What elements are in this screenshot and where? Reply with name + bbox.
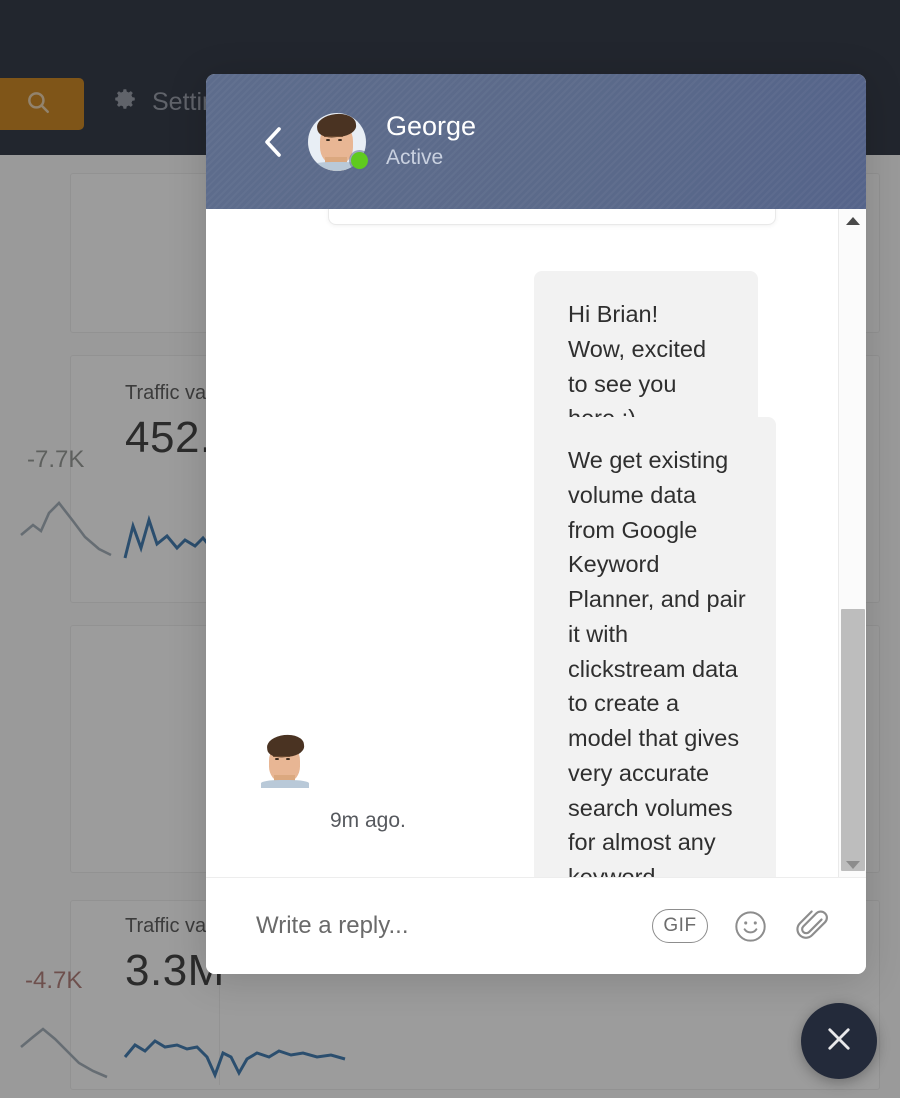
message-line: Hi Brian! xyxy=(568,301,659,327)
message-paragraph: We get existing volume data from Google … xyxy=(568,447,746,877)
scrollbar-thumb[interactable] xyxy=(841,609,865,871)
conversation-header: George Active xyxy=(206,74,866,209)
messenger-close-button[interactable] xyxy=(801,1003,877,1079)
previous-message-card xyxy=(328,209,776,225)
message-bubble[interactable]: We get existing volume data from Google … xyxy=(534,417,776,877)
scroll-up-arrow[interactable] xyxy=(839,209,866,233)
avatar[interactable] xyxy=(308,112,368,171)
messenger-panel: George Active Hi Brian! Wow, excited to … xyxy=(206,74,866,974)
composer-actions: GIF xyxy=(652,908,830,945)
scrollbar[interactable] xyxy=(838,209,866,877)
chevron-left-icon xyxy=(260,124,288,160)
gif-button[interactable]: GIF xyxy=(652,909,708,943)
message-list: Hi Brian! Wow, excited to see you here :… xyxy=(206,209,838,877)
scroll-down-arrow[interactable] xyxy=(839,853,866,877)
back-button[interactable] xyxy=(248,116,300,168)
sender-avatar xyxy=(258,734,312,788)
close-icon xyxy=(822,1022,856,1061)
online-indicator xyxy=(351,151,368,169)
message-timestamp: 9m ago. xyxy=(330,809,406,832)
reply-composer: GIF xyxy=(206,877,866,974)
contact-name: George xyxy=(386,110,477,141)
conversation-title-block: George Active xyxy=(386,111,476,172)
reply-input[interactable] xyxy=(256,912,652,940)
message-row: We get existing volume data from Google … xyxy=(534,417,776,877)
status-badge: Active xyxy=(386,145,444,169)
message-scroll-area: Hi Brian! Wow, excited to see you here :… xyxy=(206,209,866,877)
smiley-icon[interactable] xyxy=(732,908,769,945)
paperclip-icon[interactable] xyxy=(793,908,830,945)
